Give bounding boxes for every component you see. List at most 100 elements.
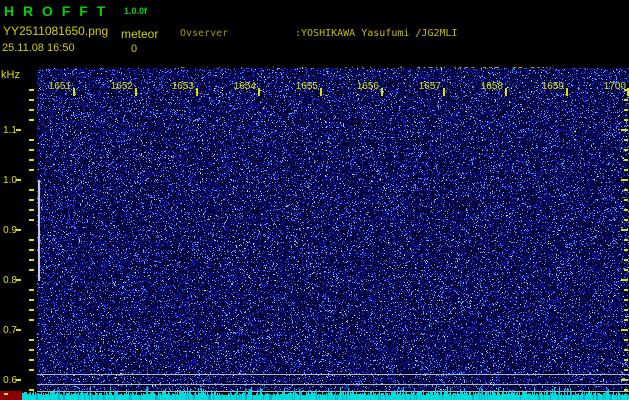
station-row: Ovserver:YOSHIKAWA Yasufumi /JG2MLI [180,28,554,41]
freq-tick-label: 0.8 [0,275,17,286]
db-scale-bar [38,180,40,281]
station-value: :YOSHIKAWA Yasufumi /JG2MLI [295,28,458,41]
meteor-count: 0 [131,43,137,55]
minor-tick [624,239,628,241]
minor-tick [29,189,34,191]
minor-tick [624,169,628,171]
minor-tick [624,219,628,221]
minor-tick [621,329,628,331]
spectrogram-canvas [37,68,629,392]
minor-tick [624,119,628,121]
minor-tick [29,119,34,121]
minor-tick [29,249,34,251]
minor-tick [624,209,628,211]
minor-tick [4,393,8,395]
minor-tick [624,389,628,391]
freq-tick-dash [16,379,21,381]
minor-tick [29,219,34,221]
minor-tick [624,349,628,351]
minor-tick [624,89,628,91]
minor-tick [624,139,628,141]
minor-tick [624,249,628,251]
minor-tick [29,339,34,341]
freq-tick-dash [16,279,21,281]
minor-tick [624,369,628,371]
minor-tick [624,189,628,191]
minor-tick [29,149,34,151]
minor-tick [29,269,34,271]
minor-tick [624,259,628,261]
time-tick-mark [73,88,75,96]
freq-tick-label: 1.0 [0,175,17,186]
time-tick-label: 1654 [227,81,256,92]
time-tick-label: 1659 [535,81,564,92]
hrofft-window: H R O F F T 1.0.0f YY2511081650.png mete… [0,0,629,400]
minor-tick [624,319,628,321]
minor-tick [624,269,628,271]
time-tick-mark [320,88,322,96]
time-tick-mark [135,88,137,96]
minor-tick [29,259,34,261]
minor-tick [624,299,628,301]
time-tick-mark [566,88,568,96]
station-label: Ovserver [180,28,295,41]
time-tick-label: 1700 [597,81,626,92]
minor-tick [29,139,34,141]
time-tick-label: 1651 [42,81,71,92]
time-tick-mark [443,88,445,96]
minor-tick [29,299,34,301]
minor-tick [29,319,34,321]
mode-label: meteor [121,27,158,41]
app-version: 1.0.0f [124,6,147,16]
freq-tick-dash [16,129,21,131]
time-tick-label: 1658 [474,81,503,92]
minor-tick [621,179,628,181]
freq-tick-dash [16,229,21,231]
minor-tick [624,339,628,341]
time-tick-label: 1652 [104,81,133,92]
time-tick-label: 1657 [412,81,441,92]
minor-tick [624,199,628,201]
time-tick-mark [505,88,507,96]
freq-tick-dash [16,329,21,331]
minor-tick [29,289,34,291]
minor-tick [29,159,34,161]
minor-tick [29,349,34,351]
minor-tick [624,309,628,311]
minor-tick [621,279,628,281]
minor-tick [624,99,628,101]
minor-tick [624,159,628,161]
minor-tick [624,109,628,111]
minor-tick [621,129,628,131]
minor-tick [29,389,34,391]
time-tick-label: 1653 [165,81,194,92]
minor-tick [621,229,628,231]
minor-tick [624,289,628,291]
freq-tick-label: 0.6 [0,375,17,386]
minor-tick [624,149,628,151]
freq-tick-label: 0.9 [0,225,17,236]
minor-tick [29,99,34,101]
freq-tick-label: 0.7 [0,325,17,336]
app-title: H R O F F T [4,3,108,19]
freq-tick-label: 1.1 [0,125,17,136]
capture-filename: YY2511081650.png [3,24,108,38]
minor-tick [29,109,34,111]
detection-band-line [37,374,629,375]
time-tick-mark [196,88,198,96]
time-tick-label: 1656 [350,81,379,92]
minor-tick [29,239,34,241]
minor-tick [29,369,34,371]
minor-tick [29,169,34,171]
minor-tick [29,359,34,361]
time-tick-mark [258,88,260,96]
capture-datetime: 25.11.08 16:50 [2,42,75,54]
freq-tick-dash [16,179,21,181]
minor-tick [29,89,34,91]
minor-tick [29,209,34,211]
minor-tick [29,309,34,311]
minor-tick [621,379,628,381]
time-tick-mark [381,88,383,96]
level-meter-canvas [22,385,629,400]
time-tick-label: 1655 [289,81,318,92]
